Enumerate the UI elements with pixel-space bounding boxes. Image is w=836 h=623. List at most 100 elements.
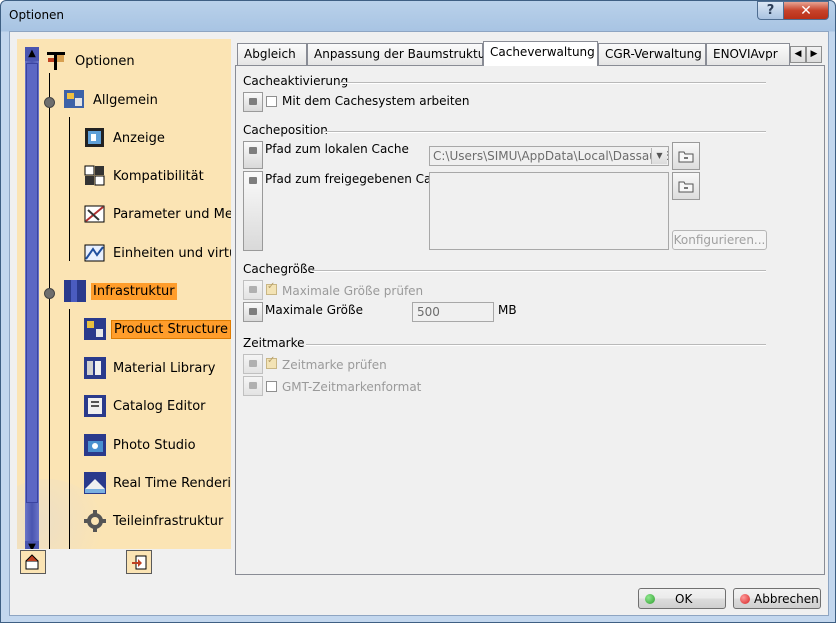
group-title-cacheaktivierung: Cacheaktivierung [243,74,349,88]
general-icon [63,88,87,112]
tree-item-optionen[interactable]: Optionen [45,47,137,75]
window-title: Optionen [9,8,65,22]
tree-item-label: Allgemein [93,92,158,108]
tree-item-einheiten[interactable]: Einheiten und virtue [83,239,231,267]
infrastructure-icon [63,279,87,303]
parameters-icon [83,202,107,226]
tree-connector [49,73,50,549]
tree-item-label: Material Library [113,360,216,376]
ok-button[interactable]: OK [638,588,726,609]
chevron-down-icon[interactable]: ▼ [651,148,667,164]
product-structure-icon [83,317,107,341]
check-timestamp-checkbox[interactable] [266,355,277,369]
check-max-size-checkbox[interactable] [266,281,277,295]
tree-item-label: Optionen [75,53,135,69]
group-divider [324,131,766,133]
tree-item-label: Product Structure [111,319,231,339]
lock-button[interactable] [243,171,263,251]
tab-enoviavpr[interactable]: ENOVIAvpr [706,43,790,65]
compatibility-icon [83,164,107,188]
scroll-down-button[interactable]: ▼ [25,541,39,549]
browse-shared-cache-button[interactable] [672,172,700,200]
title-bar[interactable]: Optionen ? ✕ [1,1,835,31]
group-divider [340,82,766,84]
lock-button[interactable] [243,302,263,322]
cacheverwaltung-panel: Cacheaktivierung Mit dem Cachesystem arb… [235,65,825,575]
collapse-toggle[interactable] [44,288,55,299]
gmt-format-label: GMT-Zeitmarkenformat [282,380,422,394]
cancel-label: Abbrechen [754,591,819,606]
photo-studio-icon [83,433,107,457]
cancel-button[interactable]: Abbrechen [733,588,821,609]
max-size-label: Maximale Größe [265,303,363,317]
tab-cgr-verwaltung[interactable]: CGR-Verwaltung [598,43,706,65]
tree-item-allgemein[interactable]: Allgemein [63,86,160,114]
lock-button[interactable] [243,280,263,300]
export-options-button[interactable] [126,550,152,574]
ok-icon [645,593,655,604]
tree-item-label: Infrastruktur [91,282,177,300]
tree-item-parameter[interactable]: Parameter und Mess [83,200,231,228]
group-title-zeitmarke: Zeitmarke [243,336,305,350]
group-divider [312,270,766,272]
tree-item-catalog-editor[interactable]: Catalog Editor [83,392,208,420]
tab-cacheverwaltung[interactable]: Cacheverwaltung [483,41,598,66]
tab-anpassung-baumstruktur[interactable]: Anpassung der Baumstruktur [307,43,490,65]
real-time-rendering-icon [83,471,107,495]
lock-button[interactable] [243,141,263,169]
units-icon [83,241,107,265]
scroll-thumb[interactable] [26,63,38,503]
group-title-cacheposition: Cacheposition [243,123,328,137]
close-icon: ✕ [800,2,812,19]
reset-options-button[interactable] [20,550,46,574]
tree-item-photo-studio[interactable]: Photo Studio [83,431,198,459]
options-dialog: Optionen ? ✕ ▲ ▼ Optionen Allgemein Anze… [0,0,836,623]
collapse-toggle[interactable] [44,97,55,108]
tab-scroll-left-button[interactable]: ◀ [790,46,806,63]
tab-strip: Abgleich Anpassung der Baumstruktur Cach… [237,41,825,67]
max-size-unit: MB [498,303,517,317]
use-cache-checkbox[interactable] [266,96,277,107]
folder-icon [678,181,694,193]
reset-icon [25,554,39,570]
tree-item-kompatibilitaet[interactable]: Kompatibilität [83,162,206,190]
tree-item-real-time-rendering[interactable]: Real Time Rendering [83,469,231,497]
scroll-up-button[interactable]: ▲ [25,47,39,61]
tab-scroll-right-button[interactable]: ▶ [806,46,822,63]
tree-item-anzeige[interactable]: Anzeige [83,124,167,152]
dialog-client-area: ▲ ▼ Optionen Allgemein Anzeige Kompatibi… [9,31,829,616]
lock-button[interactable] [243,92,263,112]
browse-local-cache-button[interactable] [672,142,700,170]
use-cache-label: Mit dem Cachesystem arbeiten [282,94,470,108]
tree-bottom-left [20,550,46,574]
help-icon: ? [766,3,775,18]
gmt-format-checkbox[interactable] [266,381,277,392]
lock-button[interactable] [243,354,263,374]
shared-cache-path-list[interactable] [429,172,669,250]
cancel-icon [740,593,750,604]
tab-abgleich[interactable]: Abgleich [237,43,307,65]
display-icon [83,126,107,150]
help-button[interactable]: ? [757,1,784,20]
tree-item-product-structure[interactable]: Product Structure [83,315,231,343]
tree-item-infrastruktur[interactable]: Infrastruktur [63,277,177,305]
group-title-cachegroesse: Cachegröße [243,262,315,276]
tree-item-label: Anzeige [113,130,165,146]
close-button[interactable]: ✕ [783,1,829,20]
tree-item-label: Catalog Editor [113,398,206,414]
configure-button[interactable]: Konfigurieren... [672,230,767,250]
ok-label: OK [675,591,693,606]
shared-cache-label: Pfad zum freigegebenen Cache [265,172,453,186]
options-tree-icon [45,49,69,73]
lock-button[interactable] [243,376,263,396]
tree-scrollbar[interactable]: ▲ ▼ [25,47,39,549]
local-cache-path-combo[interactable]: C:\Users\SIMU\AppData\Local\DassaultSy ▼ [429,146,669,166]
options-tree: ▲ ▼ Optionen Allgemein Anzeige Kompatibi… [17,39,231,549]
tree-item-label: Kompatibilität [113,168,204,184]
material-library-icon [83,356,107,380]
max-size-input[interactable]: 500 [412,302,494,322]
tree-item-teileinfrastruktur[interactable]: Teileinfrastruktur [83,507,225,535]
export-icon [132,555,147,570]
tree-connector [69,309,70,549]
tree-item-material-library[interactable]: Material Library [83,354,217,382]
